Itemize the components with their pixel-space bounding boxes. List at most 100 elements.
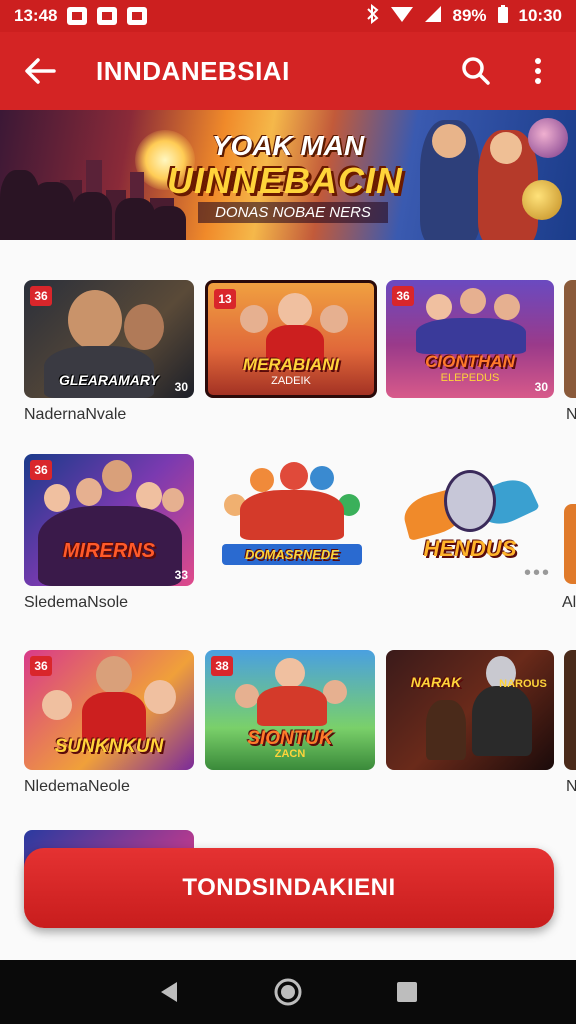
wifi-icon	[390, 5, 414, 28]
nav-home-button[interactable]	[268, 972, 308, 1012]
back-button[interactable]	[18, 49, 62, 93]
app-bar: INNDANEBSIAI	[0, 32, 576, 110]
character-body	[416, 318, 526, 354]
game-title-overlay: MIRERNS	[62, 540, 156, 562]
banner-hero-face	[432, 124, 466, 158]
rating-badge: 36	[392, 286, 414, 306]
banner-hero-face	[490, 132, 522, 164]
more-options-button[interactable]	[518, 51, 558, 91]
game-title-overlay: SUNKNKUN	[54, 736, 164, 757]
game-card[interactable]: 38 SIONTUK ZACN	[205, 650, 375, 770]
battery-icon	[497, 4, 509, 29]
banner-headline: UINNEBACIN	[166, 160, 403, 201]
game-title-overlay: HENDUS	[423, 536, 517, 561]
status-bar: 13:48 89% 10:30	[0, 0, 576, 32]
rating-badge: 36	[30, 286, 52, 306]
row-caption: NledemaNeole	[24, 778, 130, 795]
banner-subtitle: DONAS NOBAE NERS	[198, 202, 388, 223]
game-card[interactable]: NARAK NAROUS	[386, 650, 554, 770]
system-nav-bar	[0, 960, 576, 1024]
game-title-overlay: GLEARAMARY	[58, 372, 160, 388]
game-card[interactable]: DOMASRNEDE	[210, 454, 374, 586]
status-time-right: 10:30	[518, 6, 562, 25]
character-face	[310, 466, 334, 490]
banner-title: YOAK MAN	[211, 130, 365, 161]
search-icon	[462, 57, 490, 85]
trophy-ball-icon	[522, 180, 562, 220]
game-card[interactable]: 36 SUNKNKUN	[24, 650, 194, 770]
character-face	[136, 482, 162, 510]
character-face	[275, 658, 305, 688]
character-body	[426, 700, 466, 760]
banner-crowd	[115, 198, 155, 240]
nav-recents-button[interactable]	[387, 972, 427, 1012]
character-face	[76, 478, 102, 506]
more-vert-icon	[535, 58, 541, 84]
game-title-overlay: SIONTUK	[247, 728, 333, 749]
character-face	[444, 470, 496, 532]
notification-icon	[127, 7, 148, 25]
character-face	[42, 690, 72, 720]
game-card[interactable]: HENDUS	[400, 454, 540, 586]
row-caption: NadernaNvale	[24, 406, 127, 423]
more-dots-icon[interactable]: •••	[524, 562, 551, 585]
triangle-back-icon	[161, 982, 178, 1002]
row-caption-peek: N	[566, 406, 576, 423]
character-body	[82, 692, 146, 742]
globe-icon	[528, 118, 568, 158]
square-recents-icon	[396, 982, 417, 1002]
game-card[interactable]: 36 MIRERNS 33	[24, 454, 194, 586]
character-face	[240, 305, 268, 333]
game-card[interactable]: 13 MERABIANI ZADEIK	[205, 280, 377, 398]
rating-badge: 36	[30, 656, 52, 676]
banner-crowd	[72, 192, 112, 240]
signal-icon	[424, 5, 442, 28]
arrow-left-icon	[25, 58, 56, 84]
row-caption-peek: N	[566, 778, 576, 795]
rating-badge: 38	[211, 656, 233, 676]
row-caption-peek: Al	[562, 594, 576, 611]
game-card[interactable]: 36 GLEARAMARY 30	[24, 280, 194, 398]
game-title-overlay: NARAK	[410, 674, 462, 690]
game-count: 33	[174, 568, 188, 582]
bluetooth-icon	[366, 3, 380, 29]
game-card-peek[interactable]	[564, 650, 576, 770]
character-body	[472, 686, 532, 756]
game-subtitle-overlay: ELEPEDUS	[440, 372, 500, 384]
search-button[interactable]	[456, 51, 496, 91]
banner-crowd	[150, 206, 186, 240]
character-body	[257, 686, 327, 726]
character-face	[460, 288, 486, 314]
character-face	[44, 484, 70, 512]
rating-badge: 36	[30, 460, 52, 480]
game-title-overlay: DOMASRNEDE	[222, 544, 362, 565]
page-title: INNDANEBSIAI	[96, 55, 290, 86]
character-body	[240, 490, 344, 540]
primary-cta-button[interactable]: TONDSINDAKIENI	[24, 848, 554, 928]
promo-banner[interactable]: YOAK MAN UINNEBACIN DONAS NOBAE NERS	[0, 110, 576, 240]
notification-icon	[67, 7, 88, 25]
game-card-peek[interactable]	[564, 280, 576, 398]
character-face	[102, 460, 132, 492]
character-face	[96, 656, 132, 694]
game-subtitle-overlay: ZADEIK	[271, 375, 311, 387]
game-subtitle-overlay: NAROUS	[499, 678, 547, 690]
game-title-overlay: MERABIANI	[242, 355, 340, 374]
game-subtitle-overlay: ZACN	[274, 748, 306, 760]
character-face	[320, 305, 348, 333]
character-face	[426, 294, 452, 320]
character-face	[494, 294, 520, 320]
circle-home-icon	[274, 978, 302, 1006]
character-face	[278, 293, 312, 327]
game-count: 30	[174, 380, 188, 394]
character-face	[124, 304, 164, 350]
game-card-peek[interactable]	[564, 504, 576, 584]
character-face	[250, 468, 274, 492]
battery-text: 89%	[452, 6, 487, 25]
row-caption: SledemaNsole	[24, 594, 129, 611]
game-title-overlay: CIONTHAN	[425, 352, 515, 371]
character-face	[162, 488, 184, 512]
game-card[interactable]: 36 CIONTHAN ELEPEDUS 30	[386, 280, 554, 398]
nav-back-button[interactable]	[149, 972, 189, 1012]
character-face	[68, 290, 122, 350]
